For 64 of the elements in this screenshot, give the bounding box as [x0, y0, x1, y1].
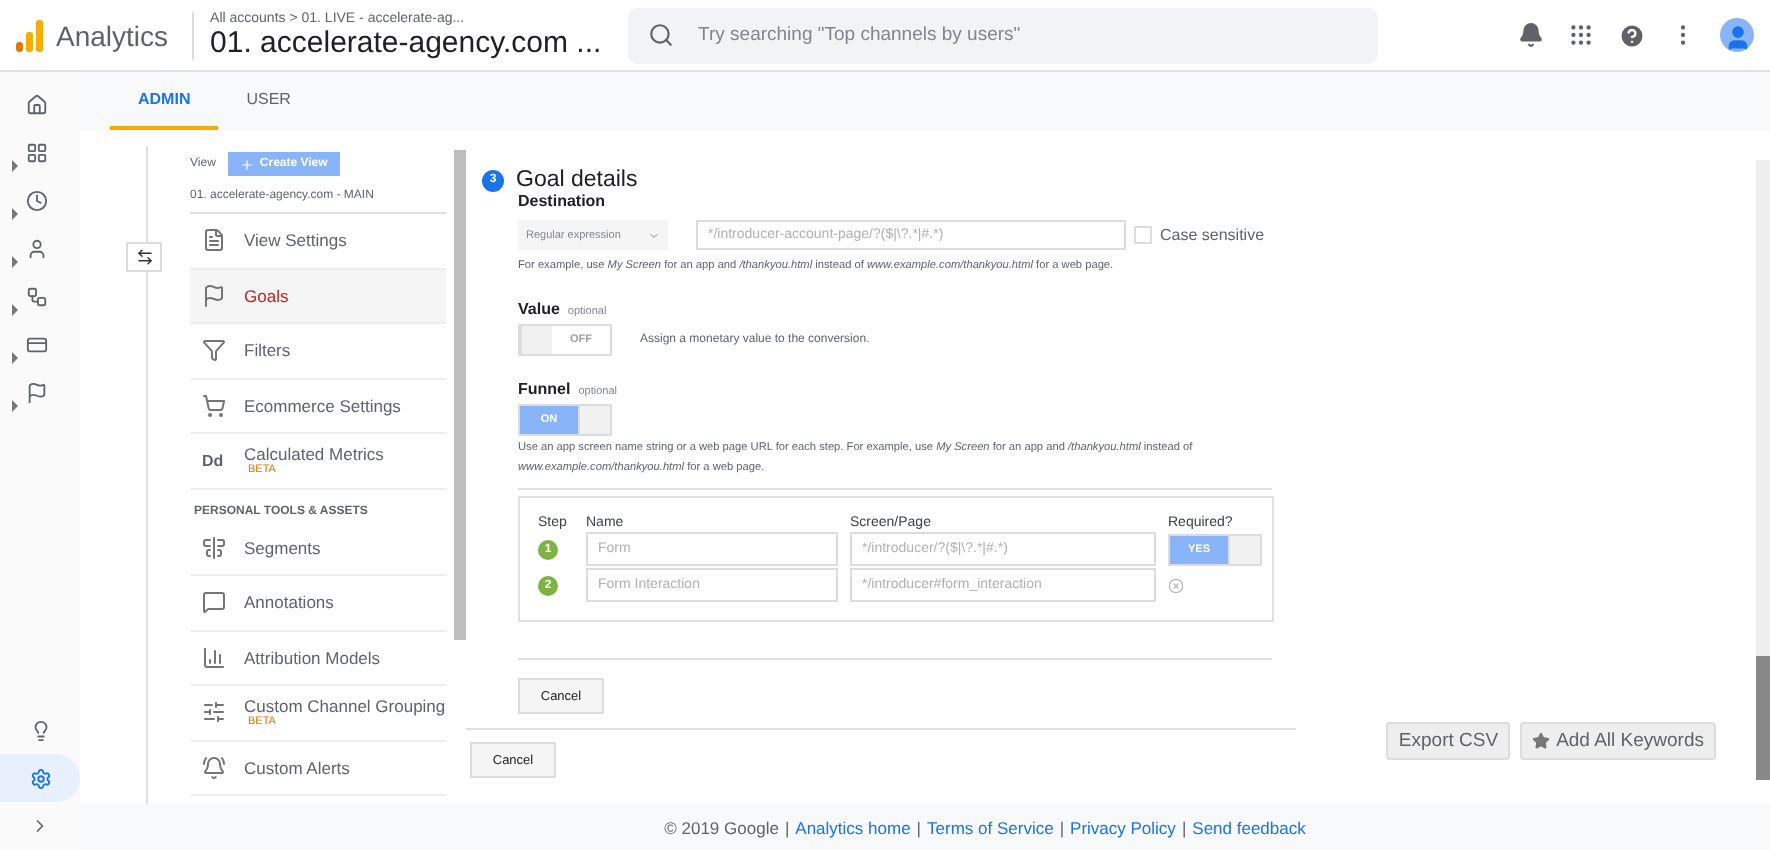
sliders-icon [202, 700, 226, 725]
admin-menu-item[interactable]: Segments [190, 521, 446, 576]
clock-icon[interactable] [26, 189, 48, 211]
avatar-icon[interactable] [1720, 18, 1754, 52]
tab[interactable]: ADMIN [110, 72, 219, 130]
swap-arrows-icon [135, 248, 153, 266]
footer-link[interactable]: Privacy Policy [1070, 817, 1176, 837]
admin-menu-item[interactable]: Filters [190, 324, 446, 379]
star-icon [1532, 732, 1551, 750]
help-icon[interactable] [1618, 21, 1646, 49]
admin-menu-item[interactable]: Goals [190, 269, 446, 324]
section-title: Goal details [516, 168, 638, 192]
analytics-logo-icon [16, 19, 44, 51]
caret-icon [648, 229, 660, 241]
cart-icon [202, 393, 226, 418]
back-button[interactable] [126, 242, 162, 272]
expand-arrow-icon[interactable] [12, 160, 18, 172]
expand-arrow-icon[interactable] [12, 400, 18, 412]
separator: | [784, 817, 790, 837]
apps-icon[interactable] [1568, 22, 1594, 48]
document-icon [202, 228, 226, 253]
separator: | [916, 817, 922, 837]
admin-menu-item[interactable]: Custom Alerts [190, 741, 446, 796]
comment-icon [202, 590, 226, 615]
home-icon[interactable] [26, 93, 48, 115]
footer-link[interactable]: Send feedback [1192, 817, 1306, 837]
bell-icon [202, 755, 226, 780]
tab[interactable]: USER [218, 72, 319, 130]
checkbox[interactable] [1134, 226, 1152, 244]
flag-icon [202, 283, 226, 308]
scrollbar[interactable] [1756, 160, 1770, 780]
checkbox-label: Case sensitive [1160, 226, 1265, 244]
filter-icon [202, 338, 226, 363]
bar-chart-icon [202, 645, 226, 670]
admin-menu-item[interactable]: Annotations [190, 576, 446, 631]
segments-icon [202, 535, 226, 560]
copyright-text: © 2019 Google [664, 817, 779, 837]
plus-icon [239, 157, 254, 171]
separator: | [1059, 817, 1065, 837]
add-keywords-button[interactable]: Add All Keywords [1520, 722, 1716, 760]
export-csv-button[interactable]: Export CSV [1386, 722, 1511, 760]
search-icon [648, 22, 675, 48]
search-field[interactable]: Try searching "Top channels by users" [694, 22, 1359, 48]
dashboard-icon[interactable] [26, 141, 48, 163]
search-bar[interactable]: Try searching "Top channels by users" [628, 7, 1379, 63]
separator: | [1181, 817, 1187, 837]
settings-icon[interactable] [30, 767, 52, 789]
expand-arrow-icon[interactable] [12, 208, 18, 220]
expand-arrow-icon[interactable] [12, 352, 18, 364]
person-icon[interactable] [26, 237, 48, 259]
admin-menu-item[interactable]: Attribution Models [190, 631, 446, 686]
field-label: Destination [518, 192, 608, 210]
footer-link[interactable]: Analytics home [795, 817, 911, 837]
scrollbar[interactable] [454, 150, 466, 640]
expand-arrow-icon[interactable] [12, 256, 18, 268]
flag-icon[interactable] [26, 381, 48, 403]
lightbulb-icon[interactable] [30, 719, 52, 741]
card-icon[interactable] [26, 333, 48, 355]
bell-icon[interactable] [1518, 22, 1544, 48]
expand-arrow-icon[interactable] [12, 304, 18, 316]
product-name: Analytics [56, 19, 169, 51]
admin-menu-item[interactable]: Ecommerce Settings [190, 379, 446, 434]
footer-link[interactable]: Terms of Service [927, 817, 1054, 837]
flow-icon[interactable] [26, 285, 48, 307]
